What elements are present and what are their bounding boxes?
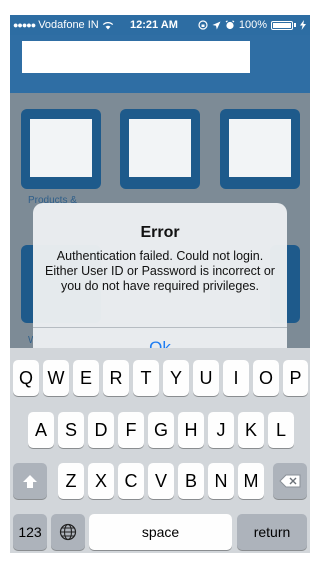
alarm-icon	[225, 20, 235, 30]
battery-percent: 100%	[238, 19, 267, 31]
shift-arrow-icon	[23, 474, 37, 488]
header-input-box[interactable]	[22, 41, 250, 73]
key-e[interactable]: E	[73, 360, 99, 396]
numbers-key[interactable]: 123	[13, 514, 47, 550]
lock-rotation-icon	[198, 20, 208, 30]
space-key[interactable]: space	[89, 514, 232, 550]
key-i[interactable]: I	[223, 360, 249, 396]
key-k[interactable]: K	[238, 412, 264, 448]
status-bar: ●●●●● Vodafone IN 12:21 AM 100%	[10, 15, 310, 35]
tile-image	[129, 119, 191, 177]
key-a[interactable]: A	[28, 412, 54, 448]
key-g[interactable]: G	[148, 412, 174, 448]
clock: 12:21 AM	[130, 19, 178, 31]
tile-image	[229, 119, 291, 177]
alert-message: Authentication failed. Could not login. …	[45, 249, 275, 293]
key-c[interactable]: C	[118, 463, 144, 499]
shift-key[interactable]	[13, 463, 47, 499]
key-b[interactable]: B	[178, 463, 204, 499]
backspace-icon	[279, 474, 301, 488]
home-tile[interactable]	[220, 109, 300, 189]
location-arrow-icon	[212, 21, 221, 29]
key-u[interactable]: U	[193, 360, 219, 396]
key-m[interactable]: M	[238, 463, 264, 499]
app-header	[10, 35, 310, 93]
home-tile[interactable]	[21, 109, 101, 189]
key-f[interactable]: F	[118, 412, 144, 448]
charging-bolt-icon	[300, 20, 306, 30]
key-r[interactable]: R	[103, 360, 129, 396]
battery-tip	[294, 23, 296, 27]
alert-title: Error	[140, 224, 180, 241]
key-q[interactable]: Q	[13, 360, 39, 396]
key-w[interactable]: W	[43, 360, 69, 396]
backspace-key[interactable]	[273, 463, 307, 499]
return-key[interactable]: return	[237, 514, 307, 550]
battery-icon	[271, 20, 293, 30]
key-y[interactable]: Y	[163, 360, 189, 396]
globe-icon	[59, 523, 77, 541]
phone-screen: ●●●●● Vodafone IN 12:21 AM 100% Products…	[10, 15, 310, 553]
key-p[interactable]: P	[283, 360, 308, 396]
key-d[interactable]: D	[88, 412, 114, 448]
key-v[interactable]: V	[148, 463, 174, 499]
tile-image	[30, 119, 92, 177]
key-s[interactable]: S	[58, 412, 84, 448]
key-o[interactable]: O	[253, 360, 279, 396]
keyboard: Q W E R T Y U I O P A S D F G H J K L Z …	[10, 348, 310, 553]
key-x[interactable]: X	[88, 463, 114, 499]
signal-strength: ●●●●●	[13, 20, 36, 30]
key-h[interactable]: H	[178, 412, 204, 448]
key-j[interactable]: J	[208, 412, 234, 448]
key-l[interactable]: L	[268, 412, 294, 448]
wifi-icon	[102, 21, 113, 29]
globe-key[interactable]	[51, 514, 85, 550]
key-z[interactable]: Z	[58, 463, 84, 499]
home-tile[interactable]	[120, 109, 200, 189]
key-n[interactable]: N	[208, 463, 234, 499]
carrier-name: Vodafone IN	[38, 19, 99, 31]
key-t[interactable]: T	[133, 360, 159, 396]
